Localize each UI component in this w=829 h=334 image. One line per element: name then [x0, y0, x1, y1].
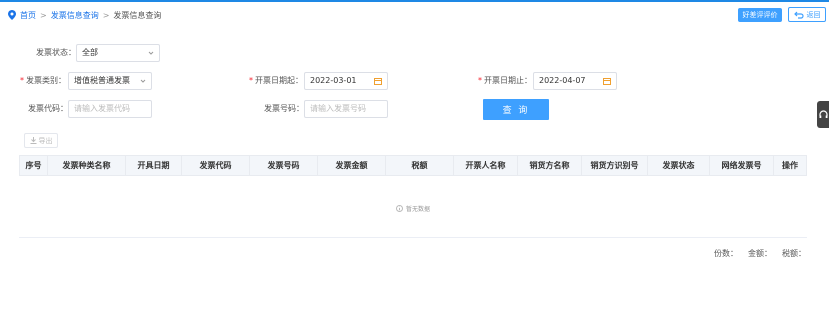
column-header: 开具日期	[126, 156, 182, 175]
column-header: 网络发票号	[710, 156, 774, 175]
column-header: 发票号码	[250, 156, 318, 175]
number-input[interactable]: 请输入发票号码	[304, 100, 388, 118]
breadcrumb-separator: >	[40, 10, 47, 20]
status-label: 发票状态：	[36, 48, 76, 57]
required-mark: *	[20, 76, 24, 85]
column-header: 开票人名称	[454, 156, 518, 175]
summary-tax: 税额：	[782, 249, 806, 258]
column-header: 发票代码	[182, 156, 250, 175]
location-pin-icon	[8, 10, 16, 20]
empty-state-text: 暂无数据	[405, 206, 430, 213]
download-icon	[30, 137, 36, 144]
required-mark: *	[249, 76, 253, 85]
type-select[interactable]: 增值税普通发票	[68, 72, 152, 90]
start-date-value: 2022-03-01	[310, 76, 357, 85]
empty-state: 暂无数据	[19, 204, 807, 213]
type-label: * 发票类别：	[20, 73, 66, 89]
summary-amount: 金额：	[748, 249, 772, 258]
export-button[interactable]: 导出	[24, 133, 58, 148]
end-date-value: 2022-04-07	[539, 76, 586, 85]
export-button-label: 导出	[38, 136, 53, 145]
top-accent-line	[0, 0, 829, 2]
required-mark: *	[478, 76, 482, 85]
back-button-label: 返回	[806, 10, 821, 19]
chevron-down-icon	[140, 79, 146, 83]
calendar-icon	[374, 78, 382, 85]
start-date-label: * 开票日期起：	[249, 73, 303, 89]
breadcrumb: 首页 > 发票信息查询 > 发票信息查询	[8, 8, 161, 22]
column-header: 销货方识别号	[582, 156, 648, 175]
breadcrumb-invoice-query[interactable]: 发票信息查询	[51, 10, 99, 21]
number-placeholder: 请输入发票号码	[310, 104, 366, 113]
type-label-text: 发票类别：	[26, 76, 66, 85]
code-label: 发票代码：	[28, 104, 68, 113]
calendar-icon	[603, 78, 611, 85]
customer-service-tab[interactable]	[817, 101, 829, 128]
code-input[interactable]: 请输入发票代码	[68, 100, 152, 118]
number-label: 发票号码：	[264, 104, 304, 113]
column-header: 税额	[386, 156, 454, 175]
divider	[19, 237, 807, 238]
breadcrumb-separator: >	[102, 10, 110, 20]
status-select[interactable]: 全部	[76, 44, 160, 62]
end-date-label: * 开票日期止：	[478, 73, 532, 89]
back-button[interactable]: 返回	[788, 7, 826, 22]
column-header: 发票状态	[648, 156, 710, 175]
start-date-input[interactable]: 2022-03-01	[304, 72, 388, 90]
end-date-input[interactable]: 2022-04-07	[533, 72, 617, 90]
info-circle-icon	[395, 205, 403, 212]
end-date-label-text: 开票日期止：	[484, 76, 532, 85]
column-header: 序号	[20, 156, 48, 175]
breadcrumb-current: 发票信息查询	[113, 10, 162, 20]
column-header: 销货方名称	[518, 156, 582, 175]
summary-bar: 份数： 金额： 税额：	[714, 248, 806, 259]
query-button[interactable]: 查 询	[483, 99, 549, 120]
column-header: 发票种类名称	[48, 156, 126, 175]
headset-icon	[818, 109, 828, 118]
summary-count: 份数：	[714, 249, 738, 258]
status-select-value: 全部	[82, 48, 98, 57]
breadcrumb-home[interactable]: 首页	[20, 10, 36, 21]
code-placeholder: 请输入发票代码	[74, 104, 130, 113]
column-header: 发票金额	[318, 156, 386, 175]
rate-button[interactable]: 好差评评价	[738, 8, 782, 22]
type-select-value: 增值税普通发票	[74, 76, 130, 85]
back-arrow-icon	[793, 11, 804, 19]
column-header: 操作	[782, 161, 798, 170]
chevron-down-icon	[148, 51, 154, 55]
start-date-label-text: 开票日期起：	[255, 76, 303, 85]
table-header: 序号 发票种类名称 开具日期 发票代码 发票号码 发票金额 税额 开票人名称 销…	[19, 155, 807, 176]
